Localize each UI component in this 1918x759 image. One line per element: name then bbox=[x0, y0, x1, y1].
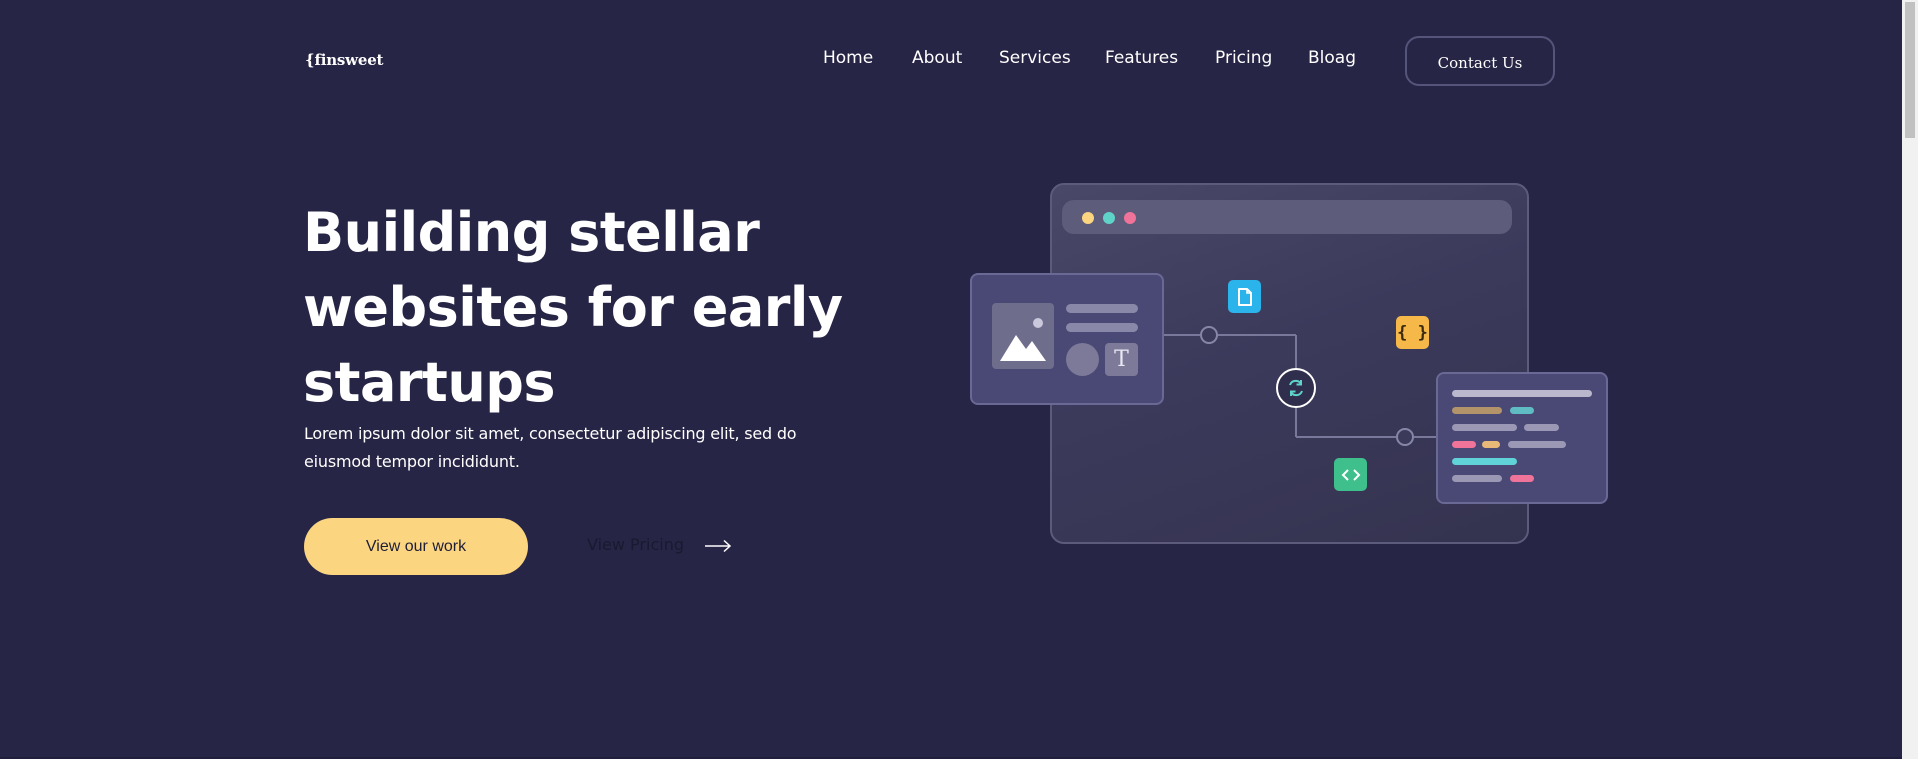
image-icon bbox=[992, 303, 1054, 369]
code-line-graphic bbox=[1452, 441, 1476, 448]
code-line-graphic bbox=[1452, 407, 1502, 414]
page: {finsweet Home About Services Features P… bbox=[0, 0, 1902, 759]
vertical-scrollbar[interactable] bbox=[1902, 0, 1918, 759]
code-line-graphic bbox=[1510, 407, 1534, 414]
text-line-graphic bbox=[1066, 304, 1138, 313]
circle-shape-graphic bbox=[1066, 343, 1099, 376]
curly-braces-icon: { } bbox=[1396, 316, 1429, 349]
code-card-graphic bbox=[1436, 372, 1608, 504]
connector-node bbox=[1200, 326, 1218, 344]
content-card-graphic: T bbox=[970, 273, 1164, 405]
text-tool-icon: T bbox=[1105, 343, 1138, 376]
connector-lines bbox=[1164, 334, 1436, 438]
code-line-graphic bbox=[1510, 475, 1534, 482]
code-line-graphic bbox=[1452, 390, 1592, 397]
code-line-graphic bbox=[1452, 458, 1517, 465]
sync-icon bbox=[1276, 368, 1316, 408]
code-line-graphic bbox=[1482, 441, 1500, 448]
code-line-graphic bbox=[1452, 475, 1502, 482]
scrollbar-thumb[interactable] bbox=[1905, 2, 1915, 138]
text-line-graphic bbox=[1066, 323, 1138, 332]
document-icon bbox=[1228, 280, 1261, 313]
code-line-graphic bbox=[1508, 441, 1566, 448]
code-icon bbox=[1334, 458, 1367, 491]
code-line-graphic bbox=[1452, 424, 1517, 431]
code-line-graphic bbox=[1524, 424, 1559, 431]
connector-node bbox=[1396, 428, 1414, 446]
